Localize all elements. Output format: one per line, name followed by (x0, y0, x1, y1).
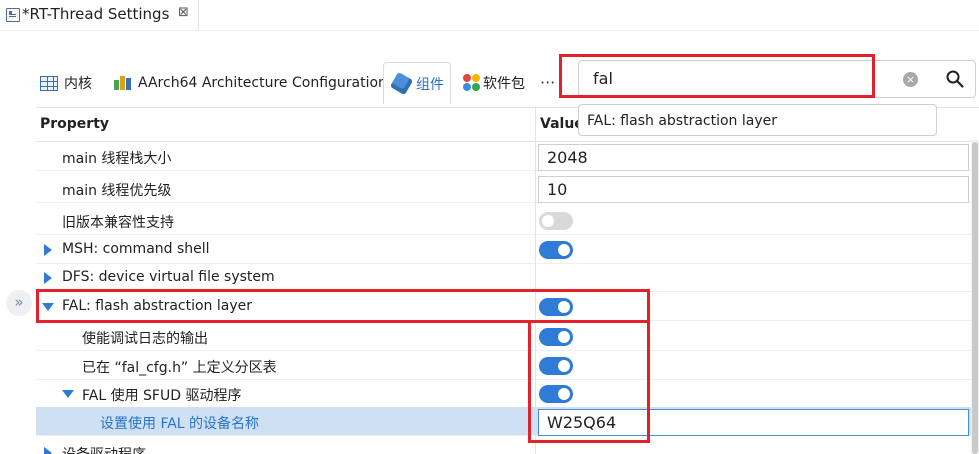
component-box-icon (389, 71, 414, 96)
main-priority-field[interactable]: 10 (538, 176, 969, 203)
table-row[interactable]: 设置使用 FAL 的设备名称 W25Q64 (36, 407, 971, 436)
table-row[interactable]: 已在 “fal_cfg.h” 上定义分区表 (36, 351, 971, 380)
table-row[interactable]: FAL 使用 SFUD 驱动程序 (36, 379, 971, 408)
expand-panel-icon[interactable]: » (6, 290, 32, 316)
close-icon[interactable]: ⊠ (178, 5, 189, 20)
main-stack-size-field[interactable]: 2048 (538, 144, 969, 171)
editor-tab[interactable]: *RT-Thread Settings ⊠ (0, 0, 199, 30)
clear-icon[interactable]: × (903, 72, 918, 87)
settings-file-icon (6, 8, 20, 22)
editor-tab-title: *RT-Thread Settings (22, 5, 170, 23)
debug-log-toggle[interactable] (539, 328, 573, 346)
row-label: 使能调试日志的输出 (82, 331, 208, 347)
row-label: FAL 使用 SFUD 驱动程序 (82, 388, 242, 404)
tab-label: 内核 (64, 76, 92, 92)
partition-table-toggle[interactable] (539, 357, 573, 375)
expand-arrow-icon[interactable] (44, 272, 52, 284)
collapse-arrow-icon[interactable] (62, 390, 74, 398)
search-input-value: fal (593, 69, 613, 88)
device-name-field[interactable]: W25Q64 (538, 409, 969, 436)
divider (0, 30, 979, 31)
table-row[interactable]: 旧版本兼容性支持 (36, 206, 971, 235)
scrollbar-thumb[interactable] (972, 142, 978, 454)
sfud-toggle[interactable] (539, 385, 573, 403)
table-row[interactable]: main 线程优先级 10 (36, 174, 971, 203)
search-suggestion[interactable]: FAL: flash abstraction layer (578, 104, 937, 136)
tab-components[interactable]: 组件 (383, 62, 451, 104)
column-divider (535, 107, 536, 454)
row-label: 旧版本兼容性支持 (62, 215, 174, 231)
tab-label: 组件 (416, 76, 444, 93)
fal-toggle[interactable] (539, 298, 573, 316)
table-row[interactable]: MSH: command shell (36, 235, 971, 264)
search-icon[interactable] (946, 70, 964, 88)
collapse-arrow-icon[interactable] (42, 303, 54, 311)
column-header-property[interactable]: Property (40, 116, 109, 132)
msh-toggle[interactable] (539, 241, 573, 259)
table-icon (40, 75, 58, 91)
expand-arrow-icon[interactable] (44, 447, 52, 454)
row-label: 设置使用 FAL 的设备名称 (100, 416, 260, 432)
expand-arrow-icon[interactable] (44, 244, 52, 256)
table-row[interactable]: 设备驱动程序 (36, 438, 971, 454)
packages-icon (463, 74, 480, 92)
row-label: DFS: device virtual file system (62, 269, 275, 285)
tab-packages[interactable]: 软件包 (463, 62, 525, 104)
table-row[interactable]: main 线程栈大小 2048 (36, 142, 971, 171)
row-label: FAL: flash abstraction layer (62, 298, 252, 314)
tab-label: AArch64 Architecture Configuration (138, 75, 387, 91)
table-row[interactable]: DFS: device virtual file system (36, 263, 971, 292)
row-label: main 线程优先级 (62, 183, 172, 199)
table-row[interactable]: FAL: flash abstraction layer (36, 292, 971, 321)
tab-label: 软件包 (483, 76, 525, 92)
books-icon (114, 76, 132, 90)
tab-aarch64[interactable]: AArch64 Architecture Configuration (114, 62, 387, 104)
legacy-compat-toggle[interactable] (539, 212, 573, 230)
row-label: 设备驱动程序 (62, 444, 146, 454)
tab-kernel[interactable]: 内核 (40, 62, 92, 104)
more-tabs-button[interactable]: ··· (540, 73, 555, 92)
table-row[interactable]: 使能调试日志的输出 (36, 322, 971, 351)
row-label: main 线程栈大小 (62, 151, 172, 167)
row-label: 已在 “fal_cfg.h” 上定义分区表 (82, 360, 277, 376)
row-label: MSH: command shell (62, 241, 210, 257)
